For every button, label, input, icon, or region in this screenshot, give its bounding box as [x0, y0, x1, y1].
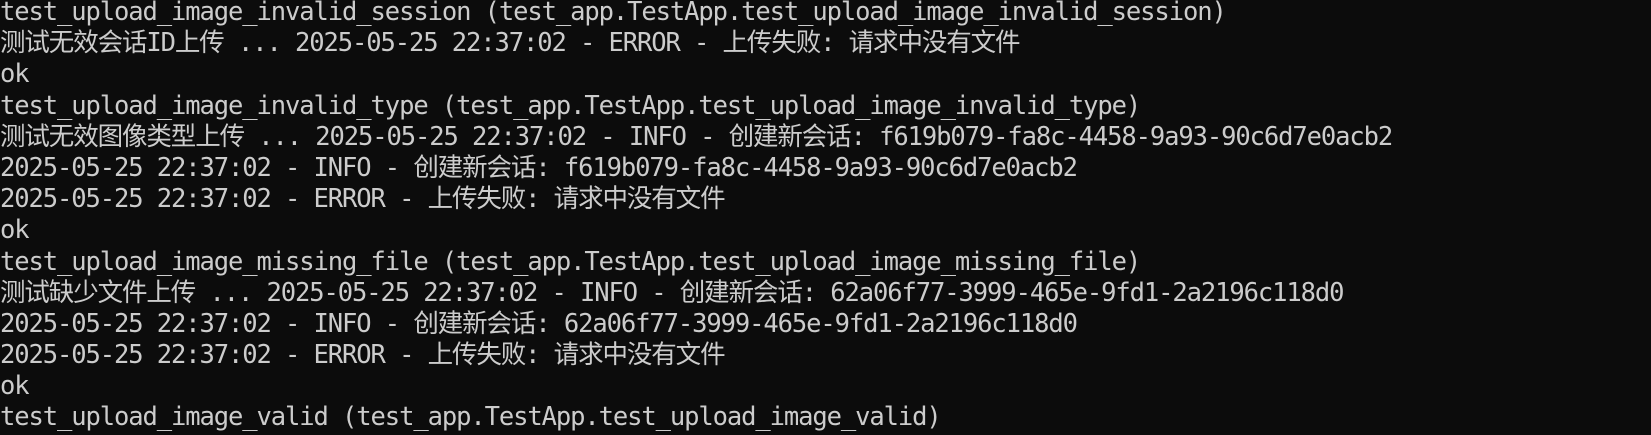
test-name-line: test_upload_image_missing_file (test_app… — [0, 246, 1141, 277]
test-result-line: ok — [0, 59, 30, 90]
test-result-line: ok — [0, 371, 30, 402]
log-line: 2025-05-25 22:37:02 - ERROR - 上传失败: 请求中没… — [0, 184, 726, 215]
test-result-line: ok — [0, 215, 30, 246]
log-line: 2025-05-25 22:37:02 - ERROR - 上传失败: 请求中没… — [0, 340, 726, 371]
log-line: 测试无效图像类型上传 ... 2025-05-25 22:37:02 - INF… — [0, 121, 1393, 152]
log-line: 2025-05-25 22:37:02 - INFO - 创建新会话: 62a0… — [0, 308, 1078, 339]
test-name-line: test_upload_image_invalid_type (test_app… — [0, 90, 1141, 121]
terminal-output: test_upload_image_invalid_session (test_… — [0, 0, 1393, 434]
log-line: 测试缺少文件上传 ... 2025-05-25 22:37:02 - INFO … — [0, 277, 1344, 308]
terminal-window[interactable]: test_upload_image_invalid_session (test_… — [0, 0, 1651, 435]
log-line: 2025-05-25 22:37:02 - INFO - 创建新会话: f619… — [0, 152, 1078, 183]
test-name-line: test_upload_image_valid (test_app.TestAp… — [0, 402, 942, 433]
log-line: 测试无效会话ID上传 ... 2025-05-25 22:37:02 - ERR… — [0, 28, 1021, 59]
test-name-line: test_upload_image_invalid_session (test_… — [0, 0, 1227, 27]
